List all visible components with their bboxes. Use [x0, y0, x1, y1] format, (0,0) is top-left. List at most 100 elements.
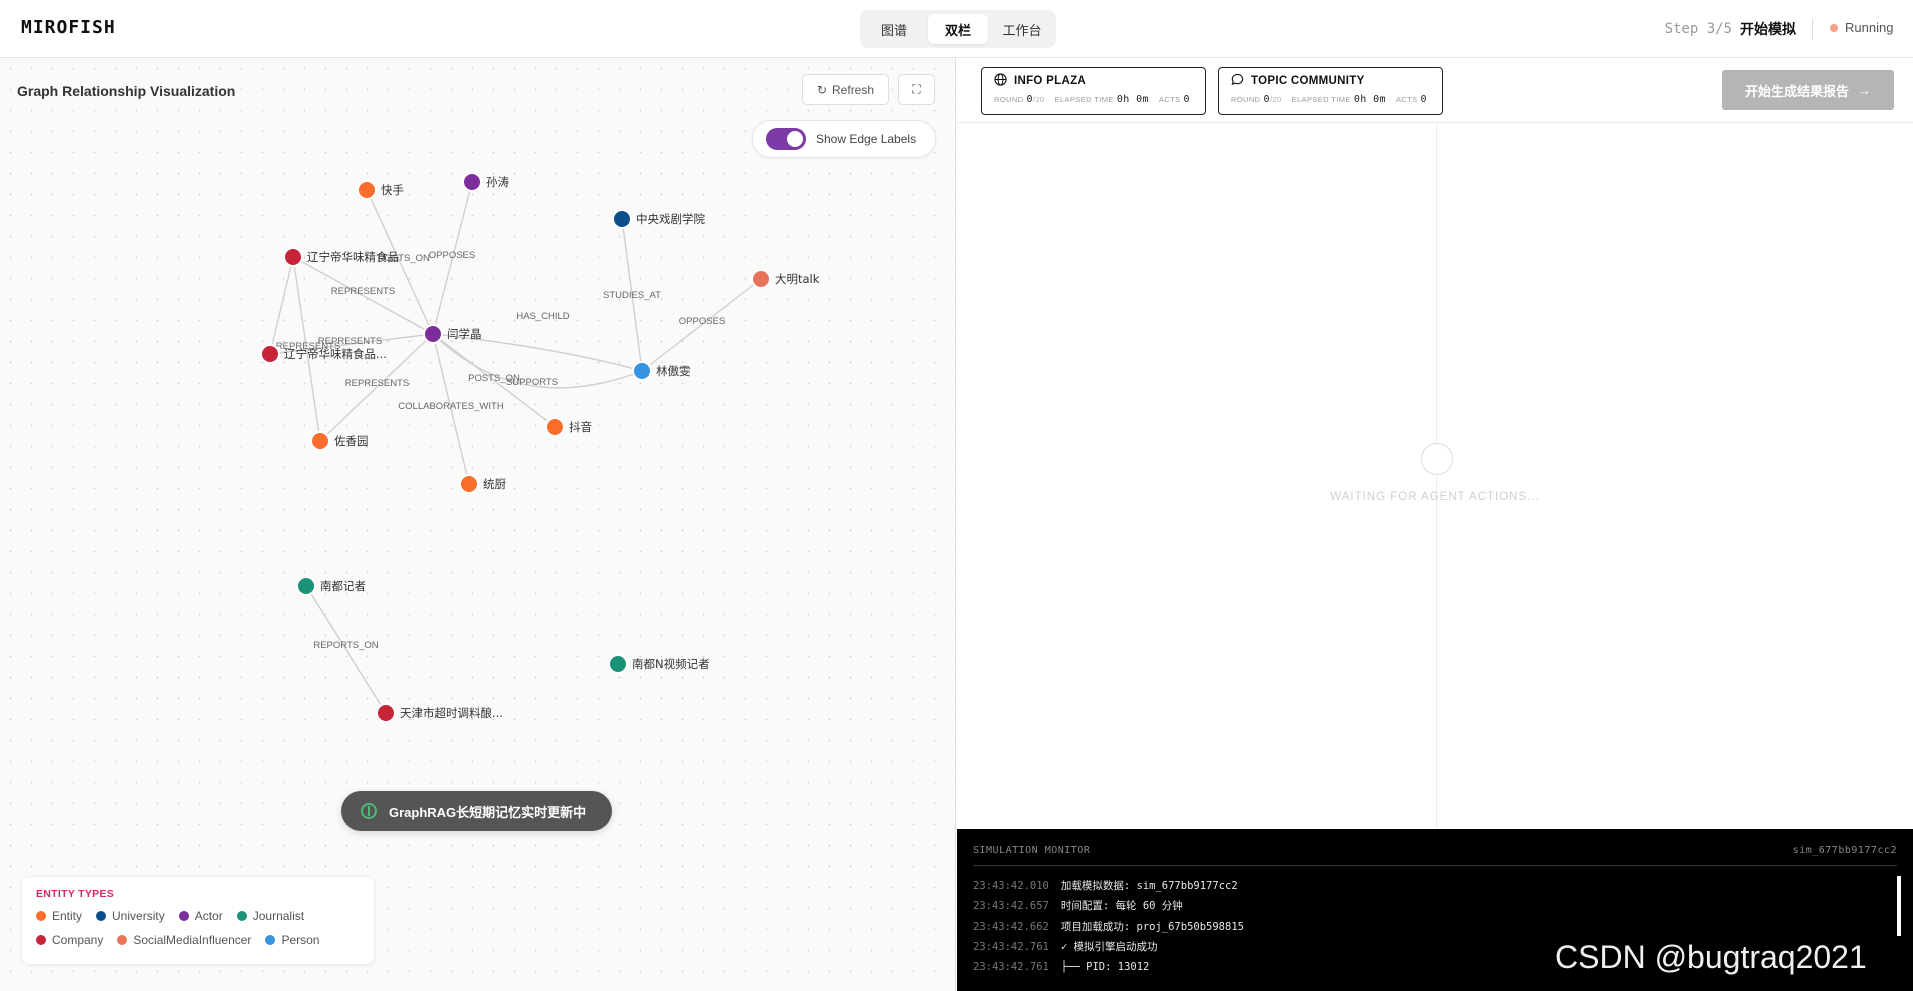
- elapsed-value: 0h 0m: [1353, 94, 1386, 105]
- graph-node[interactable]: 抖音: [545, 417, 592, 437]
- node-label: 孙涛: [486, 175, 509, 189]
- acts-value: 0: [1420, 94, 1427, 105]
- refresh-icon: ↻: [816, 82, 828, 97]
- node-circle[interactable]: [751, 269, 771, 289]
- node-label: 统厨: [483, 477, 506, 491]
- node-circle[interactable]: [545, 417, 565, 437]
- graph-node[interactable]: 佐香园: [310, 431, 369, 451]
- legend-label: SocialMediaInfluencer: [133, 933, 252, 947]
- step-name: 开始模拟: [1740, 21, 1796, 37]
- platform-name: INFO PLAZA: [994, 73, 1193, 89]
- platform-name: TOPIC COMMUNITY: [1231, 73, 1430, 89]
- monitor-scrollbar[interactable]: [1897, 876, 1901, 936]
- chat-bubble-icon: [1231, 73, 1244, 89]
- simulation-panel: INFO PLAZA ROUND 0/20 ELAPSED TIME 0h 0m A…: [957, 58, 1913, 829]
- tab-split[interactable]: 双栏: [928, 14, 988, 44]
- legend-item: Entity: [36, 909, 82, 923]
- graph-node[interactable]: 中央戏剧学院: [612, 209, 705, 229]
- graph-panel-title: Graph Relationship Visualization: [17, 83, 236, 99]
- arrow-right-icon: →: [1858, 82, 1871, 98]
- graph-node[interactable]: 南都N视频记者: [608, 654, 710, 674]
- graphrag-status-toast: GraphRAG长短期记忆实时更新中: [341, 791, 612, 831]
- round-total: /20: [1032, 95, 1045, 104]
- tab-graph[interactable]: 图谱: [864, 14, 924, 44]
- graph-canvas[interactable]: POSTS_ONOPPOSESREPRESENTSREPRESENTSREPRE…: [0, 58, 956, 991]
- log-time: 23:43:42.761: [973, 961, 1049, 974]
- node-label: 南都记者: [320, 579, 366, 593]
- legend-dot-icon: [36, 935, 46, 945]
- node-circle[interactable]: [376, 703, 396, 723]
- acts-label: ACTS: [1158, 95, 1181, 104]
- node-circle[interactable]: [296, 576, 316, 596]
- fullscreen-button[interactable]: ⛶: [898, 74, 935, 105]
- log-message: 时间配置: 每轮 60 分钟: [1060, 900, 1183, 913]
- legend-dot-icon: [96, 911, 107, 921]
- refresh-button[interactable]: ↻ Refresh: [802, 74, 889, 105]
- top-header: MIROFISH 图谱 双栏 工作台 Step 3/5 开始模拟 Running: [0, 0, 1913, 58]
- log-time: 23:43:42.761: [973, 940, 1049, 953]
- legend-label: Person: [281, 933, 320, 947]
- edge-label: OPPOSES: [679, 316, 725, 327]
- node-circle[interactable]: [423, 324, 443, 344]
- platform-card-topic-community: TOPIC COMMUNITY ROUND 0/20 ELAPSED TIME 0h…: [1218, 67, 1443, 115]
- legend-title: ENTITY TYPES: [36, 888, 115, 900]
- graph-node[interactable]: 大明talk: [751, 269, 820, 289]
- round-label: ROUND: [1231, 95, 1261, 104]
- status-dot-icon: [1830, 23, 1838, 32]
- legend-label: Actor: [194, 909, 223, 923]
- status-badge: Running: [1830, 20, 1893, 35]
- legend-item: SocialMediaInfluencer: [117, 933, 251, 947]
- node-circle[interactable]: [260, 344, 280, 364]
- generate-report-button[interactable]: 开始生成结果报告 →: [1722, 70, 1894, 110]
- graph-node[interactable]: 天津市超时调料酿...: [376, 703, 503, 723]
- node-circle[interactable]: [357, 180, 377, 200]
- log-list: 23:43:42.010 加载模拟数据: sim_677bb9177cc2 23:…: [973, 876, 1244, 977]
- node-label: 快手: [381, 183, 404, 197]
- platform-stats: ROUND 0/20 ELAPSED TIME 0h 0m ACTS 0: [1231, 94, 1430, 105]
- log-line: 23:43:42.761 ✓ 模拟引擎启动成功: [973, 937, 1244, 957]
- edge-label: REPRESENTS: [331, 286, 395, 297]
- graph-node[interactable]: 统厨: [459, 474, 506, 494]
- graph-node[interactable]: 林傲雯: [632, 361, 691, 381]
- node-circle[interactable]: [608, 654, 628, 674]
- edge-label: REPRESENTS: [345, 378, 409, 389]
- graph-node[interactable]: 闫学晶: [423, 324, 482, 344]
- node-circle[interactable]: [283, 247, 303, 267]
- node-circle[interactable]: [632, 361, 652, 381]
- node-label: 抖音: [569, 420, 592, 434]
- elapsed-label: ELAPSED TIME: [1054, 95, 1114, 104]
- node-circle[interactable]: [612, 209, 632, 229]
- node-circle[interactable]: [310, 431, 330, 451]
- step-number: Step 3/5: [1664, 21, 1732, 37]
- watermark: CSDN @bugtraq2021: [1555, 939, 1867, 975]
- legend-label: University: [112, 909, 165, 923]
- fullscreen-icon: ⛶: [912, 82, 921, 96]
- panel-divider: [957, 122, 1913, 123]
- graph-node[interactable]: 辽宁帝华味精食品: [283, 247, 399, 267]
- memory-icon: [361, 803, 377, 819]
- legend-dot-icon: [36, 911, 46, 921]
- platform-stats: ROUND 0/20 ELAPSED TIME 0h 0m ACTS 0: [994, 94, 1193, 105]
- node-label: 天津市超时调料酿...: [400, 706, 503, 720]
- edge-label: HAS_CHILD: [516, 311, 569, 322]
- tab-workbench[interactable]: 工作台: [992, 14, 1052, 44]
- graph-node[interactable]: 孙涛: [462, 172, 509, 192]
- legend-item: Actor: [178, 909, 223, 923]
- node-circle[interactable]: [462, 172, 482, 192]
- log-line: 23:43:42.657 时间配置: 每轮 60 分钟: [973, 896, 1244, 916]
- acts-stat: ACTS 0: [1159, 94, 1190, 105]
- graph-node[interactable]: 南都记者: [296, 576, 366, 596]
- app-logo: MIROFISH: [21, 17, 116, 38]
- node-label: 中央戏剧学院: [636, 212, 705, 226]
- edge-label: SUPPORTS: [506, 377, 558, 388]
- legend-item: Person: [265, 933, 319, 947]
- log-message: ✓ 模拟引擎启动成功: [1060, 940, 1158, 953]
- edge-labels-toggle[interactable]: Show Edge Labels: [752, 120, 936, 158]
- edge-label: OPPOSES: [429, 250, 475, 261]
- node-circle[interactable]: [459, 474, 479, 494]
- graph-node[interactable]: 快手: [357, 180, 404, 200]
- toggle-switch[interactable]: [766, 128, 806, 150]
- legend-dot-icon: [178, 911, 189, 921]
- legend-items: Entity University Actor Journalist Company So…: [36, 909, 360, 947]
- edge-labels-toggle-label: Show Edge Labels: [816, 132, 917, 146]
